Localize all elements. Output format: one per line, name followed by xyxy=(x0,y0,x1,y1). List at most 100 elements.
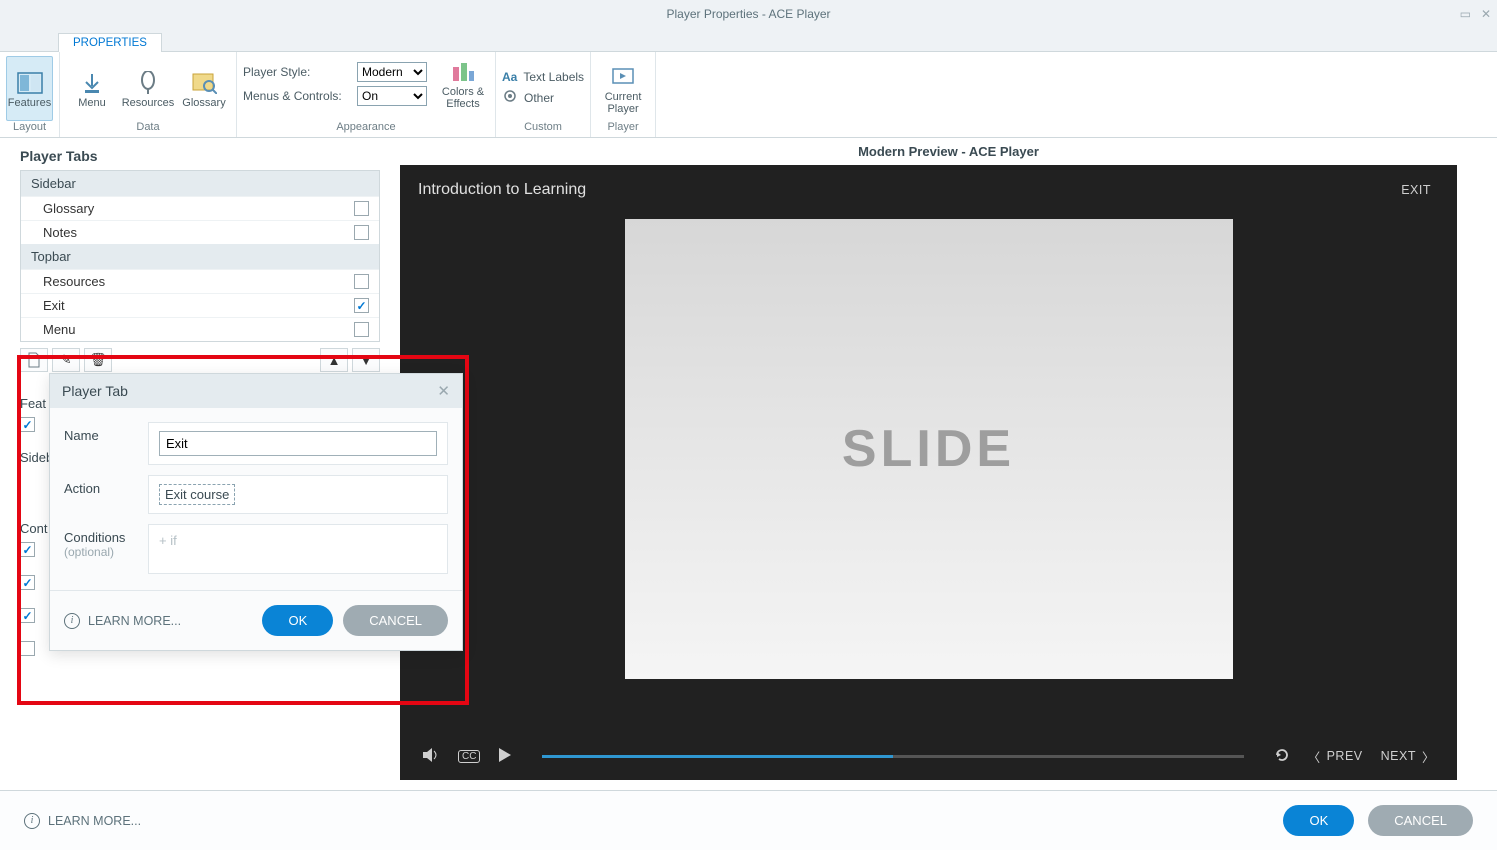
player-tab-modal: Player Tab ✕ Name Action Exit course Con… xyxy=(49,373,463,651)
learn-more-link[interactable]: i LEARN MORE... xyxy=(24,813,141,829)
player-style-select[interactable]: Modern xyxy=(357,62,427,82)
tabs-toolbar: ✎ 🗑 ▲ ▼ xyxy=(20,348,380,372)
player-footer: CC 〈 PREV NEXT 〉 xyxy=(400,732,1457,780)
delete-tab-button[interactable]: 🗑 xyxy=(84,348,112,372)
course-title: Introduction to Learning xyxy=(418,181,586,199)
ribbon-group-custom: Aa Text Labels Other Custom xyxy=(496,52,591,137)
chevron-right-icon: 〉 xyxy=(1422,747,1435,766)
exit-link[interactable]: EXIT xyxy=(1401,183,1431,197)
sidebar-section-header[interactable]: Sidebar xyxy=(21,171,379,196)
gear-icon xyxy=(502,88,518,107)
conditions-field[interactable]: + if xyxy=(148,524,448,574)
cc-icon[interactable]: CC xyxy=(458,750,480,763)
move-down-button[interactable]: ▼ xyxy=(352,348,380,372)
left-panel-extras: Feat Sideb Cont xyxy=(20,396,50,662)
name-label: Name xyxy=(64,422,148,443)
list-item[interactable]: Glossary xyxy=(21,196,379,220)
restore-icon[interactable]: ▭ xyxy=(1460,7,1471,21)
topbar-section-header[interactable]: Topbar xyxy=(21,244,379,269)
colors-effects-icon xyxy=(451,58,475,86)
ribbon-group-label-player: Player xyxy=(597,121,649,133)
window-title: Player Properties - ACE Player xyxy=(666,7,830,21)
modal-ok-button[interactable]: OK xyxy=(262,605,333,636)
colors-effects-button[interactable]: Colors & Effects xyxy=(437,56,489,112)
ribbon-group-label-appearance: Appearance xyxy=(243,121,489,133)
menus-controls-select[interactable]: On xyxy=(357,86,427,106)
list-item[interactable]: Notes xyxy=(21,220,379,244)
next-button[interactable]: NEXT 〉 xyxy=(1381,747,1435,766)
checkbox[interactable] xyxy=(354,322,369,337)
menus-controls-label: Menus & Controls: xyxy=(243,89,351,103)
action-label: Action xyxy=(64,475,148,496)
ribbon-group-layout: Features Layout xyxy=(0,52,60,137)
checkbox[interactable] xyxy=(20,417,35,432)
cancel-button[interactable]: CANCEL xyxy=(1368,805,1473,836)
resources-icon xyxy=(139,69,157,97)
conditions-label: Conditions xyxy=(64,530,148,545)
resources-button[interactable]: Resources xyxy=(122,56,174,121)
window-controls: ▭ ✕ xyxy=(1460,7,1491,21)
ribbon-group-player: Current Player Player xyxy=(591,52,656,137)
modal-title: Player Tab xyxy=(62,383,128,399)
move-up-button[interactable]: ▲ xyxy=(320,348,348,372)
checkbox[interactable] xyxy=(20,542,35,557)
ribbon-group-appearance: Player Style: Modern Menus & Controls: O… xyxy=(237,52,496,137)
right-panel: Modern Preview - ACE Player Introduction… xyxy=(400,138,1497,790)
checkbox[interactable] xyxy=(20,641,35,656)
checkbox[interactable] xyxy=(20,608,35,623)
features-button[interactable]: Features xyxy=(6,56,53,121)
checkbox[interactable] xyxy=(354,298,369,313)
current-player-button[interactable]: Current Player xyxy=(597,56,649,121)
tab-properties[interactable]: PROPERTIES xyxy=(58,33,162,52)
modal-learn-more-link[interactable]: i LEARN MORE... xyxy=(64,613,181,629)
ribbon-group-label-data: Data xyxy=(66,121,230,133)
ribbon-group-label-layout: Layout xyxy=(6,121,53,133)
close-icon[interactable]: ✕ xyxy=(437,382,450,400)
ribbon-group-label-custom: Custom xyxy=(502,121,584,133)
slide-placeholder: SLIDE xyxy=(625,219,1233,679)
player-preview: Introduction to Learning EXIT SLIDE CC xyxy=(400,165,1457,780)
checkbox[interactable] xyxy=(20,575,35,590)
name-input[interactable] xyxy=(159,431,437,456)
preview-title: Modern Preview - ACE Player xyxy=(400,138,1497,165)
new-tab-button[interactable] xyxy=(20,348,48,372)
ok-button[interactable]: OK xyxy=(1283,805,1354,836)
menu-button[interactable]: Menu xyxy=(66,56,118,121)
info-icon: i xyxy=(24,813,40,829)
glossary-button[interactable]: Glossary xyxy=(178,56,230,121)
tab-strip: PROPERTIES xyxy=(0,28,1497,52)
volume-icon[interactable] xyxy=(422,747,440,766)
progress-bar[interactable] xyxy=(542,755,1243,758)
checkbox[interactable] xyxy=(354,274,369,289)
menu-icon xyxy=(81,69,103,97)
checkbox[interactable] xyxy=(354,225,369,240)
text-labels-button[interactable]: Aa Text Labels xyxy=(502,70,584,84)
action-token[interactable]: Exit course xyxy=(159,484,235,505)
edit-tab-button[interactable]: ✎ xyxy=(52,348,80,372)
glossary-icon xyxy=(191,69,217,97)
list-item[interactable]: Resources xyxy=(21,269,379,293)
ribbon-group-data: Menu Resources Glossary Data xyxy=(60,52,237,137)
player-tabs-list: Sidebar Glossary Notes Topbar Resources … xyxy=(20,170,380,342)
player-style-label: Player Style: xyxy=(243,65,351,79)
ribbon: Features Layout Menu Resources xyxy=(0,52,1497,138)
checkbox[interactable] xyxy=(354,201,369,216)
modal-cancel-button[interactable]: CANCEL xyxy=(343,605,448,636)
title-bar: Player Properties - ACE Player ▭ ✕ xyxy=(0,0,1497,28)
info-icon: i xyxy=(64,613,80,629)
list-item[interactable]: Exit xyxy=(21,293,379,317)
current-player-icon xyxy=(611,63,635,91)
document-icon xyxy=(27,352,41,368)
prev-button[interactable]: 〈 PREV xyxy=(1308,747,1363,766)
player-tabs-heading: Player Tabs xyxy=(20,148,380,164)
chevron-left-icon: 〈 xyxy=(1308,747,1321,766)
list-item[interactable]: Menu xyxy=(21,317,379,341)
refresh-icon[interactable] xyxy=(1274,747,1290,766)
text-labels-icon: Aa xyxy=(502,70,517,84)
play-icon[interactable] xyxy=(498,747,512,766)
bottom-bar: i LEARN MORE... OK CANCEL xyxy=(0,790,1497,850)
conditions-sublabel: (optional) xyxy=(64,545,148,559)
close-icon[interactable]: ✕ xyxy=(1481,7,1491,21)
features-icon xyxy=(17,69,43,97)
other-button[interactable]: Other xyxy=(502,88,584,107)
